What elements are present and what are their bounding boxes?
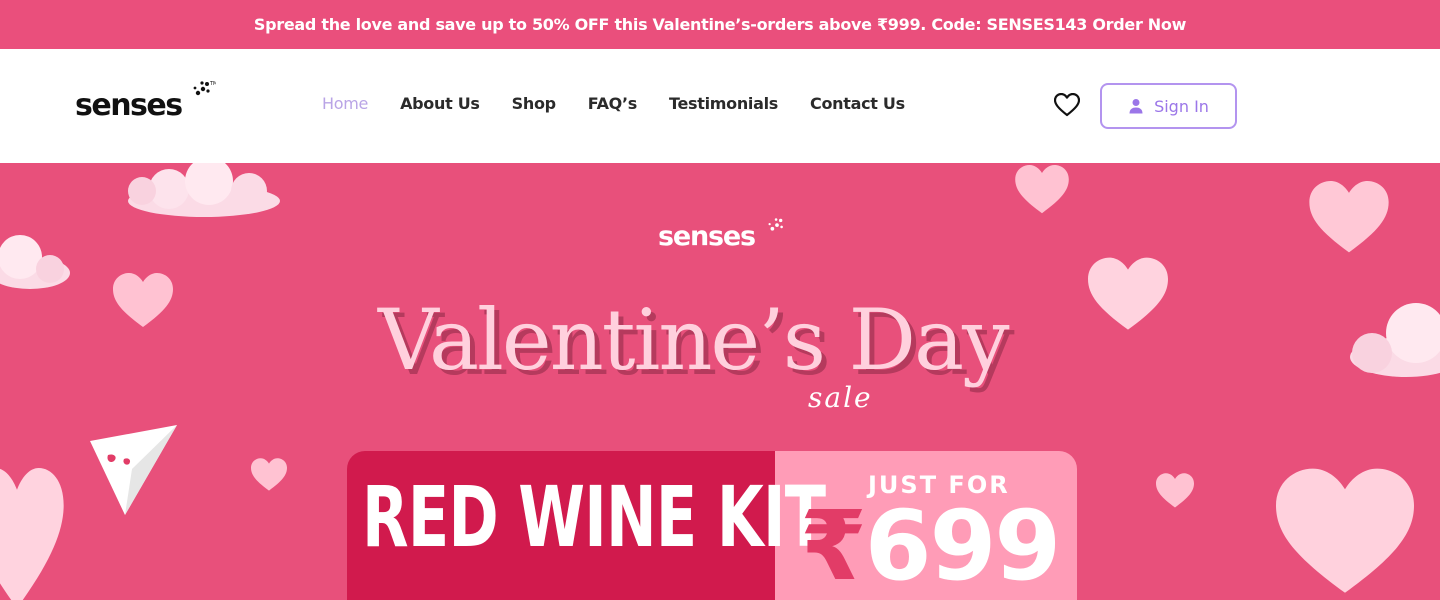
main-nav: Home About Us Shop FAQ’s Testimonials Co… xyxy=(322,93,937,115)
brand-logo-text: senses xyxy=(75,88,183,123)
cloud-decoration xyxy=(1350,303,1440,377)
nav-shop[interactable]: Shop xyxy=(512,93,556,115)
cloud-decoration xyxy=(0,235,70,289)
heart-decoration xyxy=(113,273,173,327)
nav-about-us[interactable]: About Us xyxy=(400,93,480,115)
svg-text:TM: TM xyxy=(209,81,216,87)
logo-sparkle-icon xyxy=(768,218,783,231)
nav-testimonials[interactable]: Testimonials xyxy=(669,93,778,115)
sign-in-button[interactable]: Sign In xyxy=(1100,83,1237,129)
logo-sparkle-icon: TM xyxy=(193,81,216,96)
sign-in-label: Sign In xyxy=(1154,96,1209,116)
heart-decoration xyxy=(1309,181,1389,253)
heart-decoration xyxy=(251,458,287,491)
offer-price: ₹699 xyxy=(800,490,1061,600)
offer-product-name: RED WINE KIT xyxy=(362,468,826,566)
price-value: 699 xyxy=(864,490,1061,600)
site-header: senses TM Home About Us Shop FAQ’s Testi… xyxy=(0,49,1440,163)
announcement-text: Spread the love and save up to 50% OFF t… xyxy=(253,15,1187,34)
hero-headline: Valentine’s Day xyxy=(378,291,1010,389)
heart-decoration xyxy=(1088,257,1168,330)
cloud-decoration xyxy=(128,163,280,217)
heart-decoration xyxy=(1015,165,1069,214)
nav-contact-us[interactable]: Contact Us xyxy=(810,93,905,115)
heart-decoration xyxy=(1156,473,1194,508)
wishlist-heart-icon[interactable] xyxy=(1054,93,1080,117)
heart-decoration xyxy=(1276,468,1414,593)
brand-logo[interactable]: senses xyxy=(75,88,183,123)
nav-home[interactable]: Home xyxy=(322,93,368,115)
heart-decoration xyxy=(0,468,64,600)
hero-headline-sub: sale xyxy=(808,381,873,414)
paper-plane-icon xyxy=(90,425,177,515)
nav-faqs[interactable]: FAQ’s xyxy=(588,93,637,115)
user-icon xyxy=(1129,99,1143,114)
announcement-bar[interactable]: Spread the love and save up to 50% OFF t… xyxy=(0,0,1440,49)
currency-symbol: ₹ xyxy=(800,490,867,600)
hero-brand-logo: senses xyxy=(658,221,756,252)
